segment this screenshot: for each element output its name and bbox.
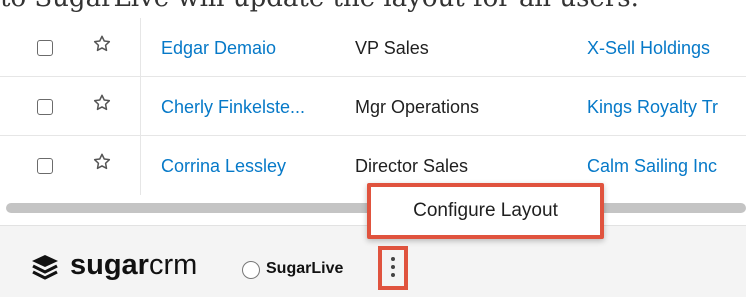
- sugarcrm-logo: sugarcrm: [70, 249, 197, 282]
- favorite-star-icon[interactable]: [92, 34, 112, 54]
- contact-name-link[interactable]: Edgar Demaio: [161, 37, 276, 59]
- favorite-star-icon[interactable]: [92, 93, 112, 113]
- contact-title: Director Sales: [355, 156, 469, 176]
- account-name-link[interactable]: Calm Sailing Inc: [587, 155, 717, 177]
- column-divider: [140, 136, 141, 195]
- logo-text-light: crm: [148, 249, 198, 281]
- row-checkbox[interactable]: [37, 158, 53, 174]
- account-name-link[interactable]: Kings Royalty Tr: [587, 96, 718, 118]
- contact-title: Mgr Operations: [355, 97, 480, 117]
- sugarlive-label[interactable]: SugarLive: [266, 260, 343, 278]
- table-row: Cherly Finkelste... Mgr Operations Kings…: [0, 77, 746, 136]
- logo-text-bold: sugar: [70, 249, 149, 281]
- documentation-text: to SugarLive will update the layout for …: [0, 0, 746, 18]
- account-name-link[interactable]: X-Sell Holdings: [587, 37, 710, 59]
- sugarlive-radio[interactable]: [242, 261, 260, 279]
- column-divider: [140, 18, 141, 76]
- table-row: Edgar Demaio VP Sales X-Sell Holdings: [0, 18, 746, 77]
- sugarcrm-logo-icon: [32, 255, 58, 280]
- configure-layout-menu: Configure Layout: [367, 183, 604, 239]
- row-checkbox[interactable]: [37, 99, 53, 115]
- contact-name-link[interactable]: Corrina Lessley: [161, 155, 286, 177]
- row-checkbox[interactable]: [37, 40, 53, 56]
- contact-name-link[interactable]: Cherly Finkelste...: [161, 96, 305, 118]
- contact-title: VP Sales: [355, 38, 429, 58]
- favorite-star-icon[interactable]: [92, 152, 112, 172]
- configure-layout-menu-item[interactable]: Configure Layout: [371, 187, 600, 235]
- column-divider: [140, 77, 141, 135]
- more-options-button[interactable]: [378, 246, 408, 290]
- list-view-table: Edgar Demaio VP Sales X-Sell Holdings Ch…: [0, 18, 746, 195]
- vertical-ellipsis-icon: [391, 257, 395, 281]
